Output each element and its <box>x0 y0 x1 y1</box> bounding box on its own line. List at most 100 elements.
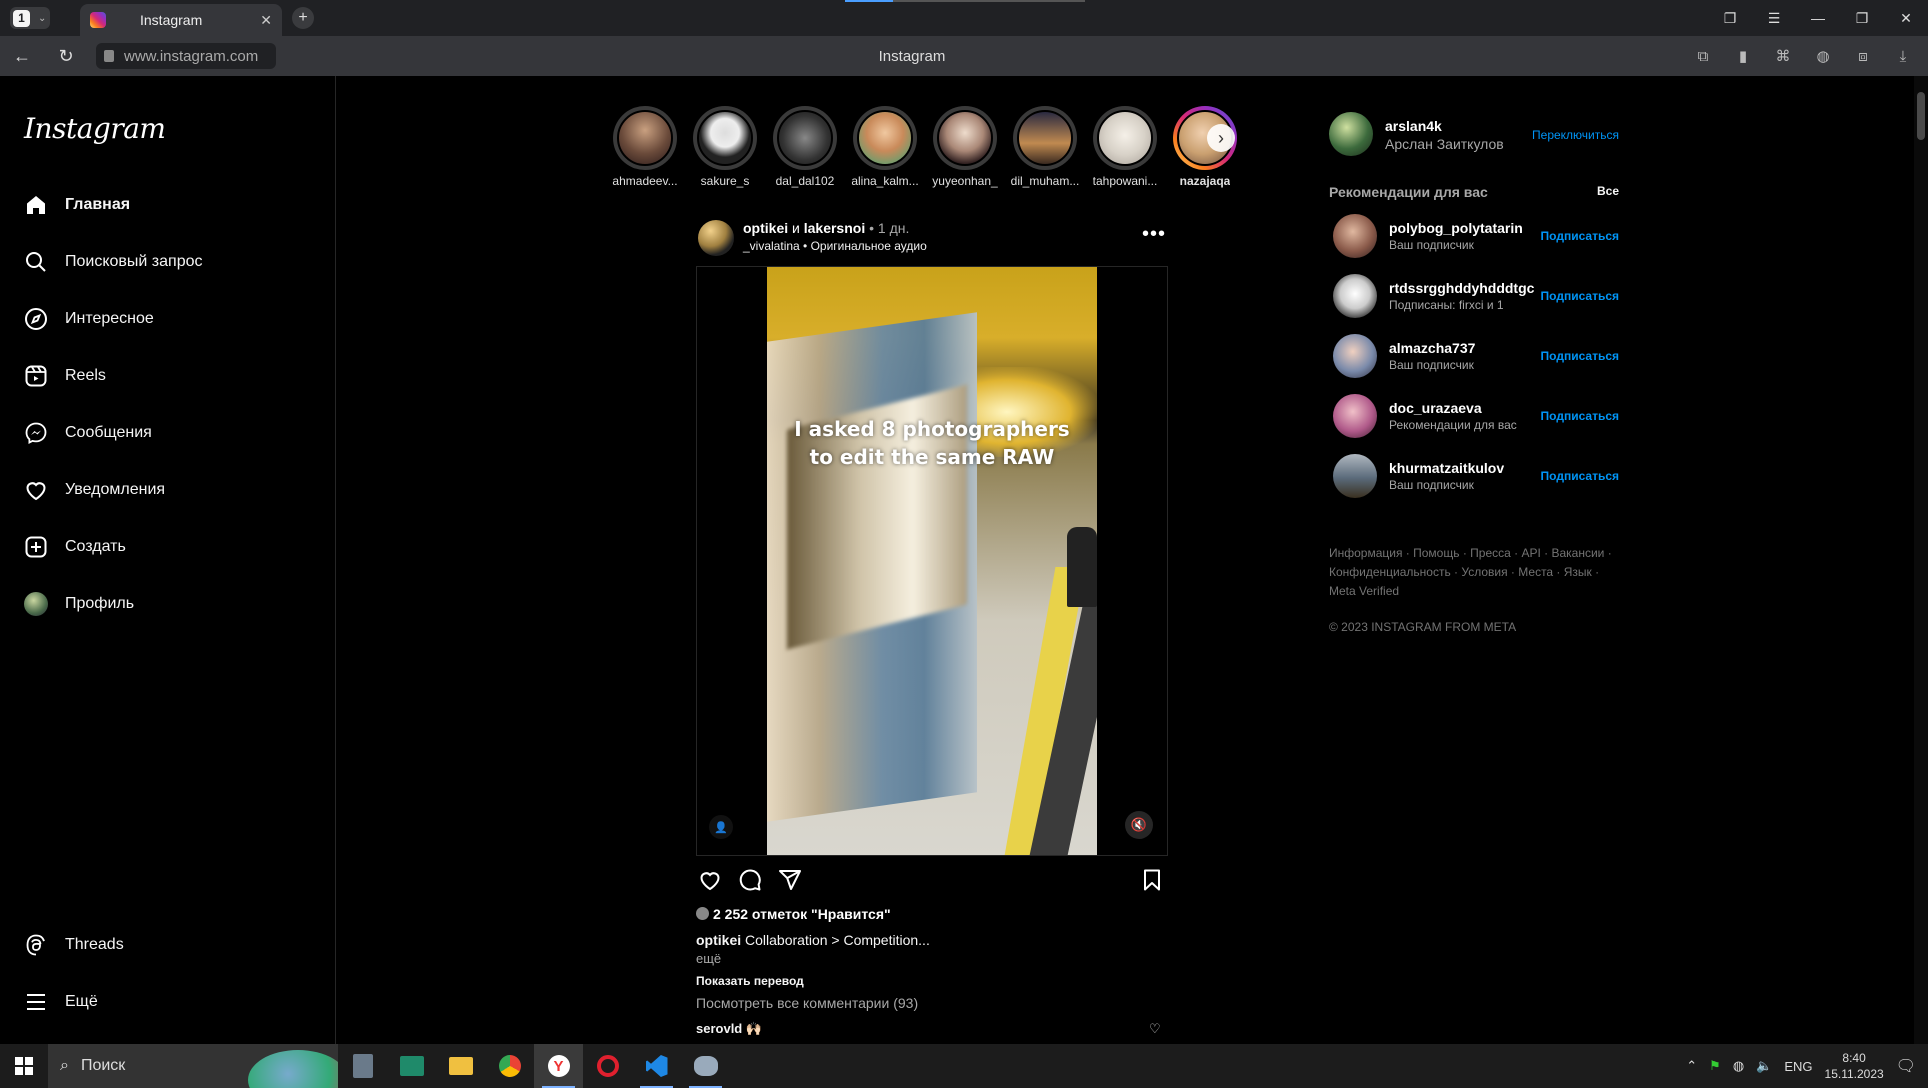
file-explorer-app[interactable] <box>436 1044 485 1088</box>
suggestion-username[interactable]: khurmatzaitkulov <box>1389 460 1504 476</box>
scrollbar-thumb[interactable] <box>1917 92 1925 140</box>
suggestion-avatar[interactable] <box>1333 394 1377 438</box>
suggestion-username[interactable]: rtdssrgghddyhdddtgc <box>1389 280 1534 296</box>
story-item[interactable]: alina_kalm... <box>851 106 919 188</box>
caption-user[interactable]: optikei <box>696 932 741 948</box>
post-author-link[interactable]: optikei <box>743 220 788 236</box>
flag-icon[interactable]: ⚑ <box>1709 1058 1721 1074</box>
extensions-icon[interactable]: ⧈ <box>1852 48 1874 65</box>
suggestion-username[interactable]: polybog_polytatarin <box>1389 220 1523 236</box>
follow-button[interactable]: Подписаться <box>1541 469 1619 483</box>
nav-threads[interactable]: Threads <box>24 933 124 957</box>
story-item[interactable]: sakure_s <box>692 106 758 188</box>
bookmark-icon[interactable]: ▮ <box>1732 47 1754 65</box>
likes-count[interactable]: 2 252 отметок "Нравится" <box>696 906 891 922</box>
like-button[interactable] <box>696 868 724 896</box>
globe-icon[interactable]: ◍ <box>1812 47 1834 65</box>
suggestion-avatar[interactable] <box>1333 274 1377 318</box>
screenshot-icon[interactable]: ⧉ <box>1692 48 1714 65</box>
suggestion-avatar[interactable] <box>1333 334 1377 378</box>
view-all-comments-link[interactable]: Посмотреть все комментарии (93) <box>696 995 918 1011</box>
share-button[interactable] <box>776 868 804 896</box>
clock[interactable]: 8:40 15.11.2023 <box>1825 1050 1884 1082</box>
suggestion-username[interactable]: doc_urazaeva <box>1389 400 1482 416</box>
story-item[interactable]: ahmadeev... <box>612 106 678 188</box>
chevron-up-icon[interactable]: ⌃ <box>1686 1058 1697 1074</box>
translate-icon[interactable]: ⌘ <box>1772 47 1794 65</box>
vscode-app[interactable] <box>632 1044 681 1088</box>
tab-instagram[interactable]: Instagram ✕ <box>80 4 282 36</box>
show-translation-link[interactable]: Показать перевод <box>696 974 804 988</box>
new-tab-button[interactable]: + <box>292 7 314 29</box>
comment-button[interactable] <box>736 868 764 896</box>
instagram-logo[interactable]: Instagram <box>24 112 166 145</box>
post-author-avatar[interactable] <box>698 220 734 256</box>
yandex-browser-app[interactable]: Y <box>534 1044 583 1088</box>
language-indicator[interactable]: ENG <box>1784 1059 1812 1074</box>
network-icon[interactable]: ◍ <box>1733 1058 1744 1074</box>
story-item[interactable]: dil_muham... <box>1010 106 1080 188</box>
story-item[interactable]: yuyeonhan_ <box>932 106 998 188</box>
taskbar-search[interactable]: ⌕ Поиск <box>48 1044 338 1088</box>
bookmarks-icon[interactable]: ❐ <box>1708 10 1752 27</box>
tab-count-button[interactable]: 1 ⌄ <box>10 7 50 29</box>
start-button[interactable] <box>0 1044 48 1088</box>
minimize-icon[interactable]: — <box>1796 10 1840 26</box>
current-username[interactable]: arslan4k <box>1385 118 1442 134</box>
page-scrollbar[interactable] <box>1914 76 1928 1044</box>
mute-button[interactable]: 🔇 <box>1125 811 1153 839</box>
nav-messages[interactable]: Сообщения <box>24 421 152 445</box>
suggestion-avatar[interactable] <box>1333 214 1377 258</box>
nav-explore[interactable]: Интересное <box>24 307 154 331</box>
follow-button[interactable]: Подписаться <box>1541 229 1619 243</box>
terminal-app[interactable] <box>387 1044 436 1088</box>
nav-notifications[interactable]: Уведомления <box>24 478 165 502</box>
comment-like-icon[interactable]: ♡ <box>1149 1021 1161 1037</box>
post-media[interactable]: I asked 8 photographers to edit the same … <box>696 266 1168 856</box>
send-icon <box>778 868 802 897</box>
restore-icon[interactable]: ❐ <box>1840 10 1884 27</box>
nav-more[interactable]: Ещё <box>24 990 98 1014</box>
calculator-app[interactable] <box>338 1044 387 1088</box>
story-username: ahmadeev... <box>612 174 678 188</box>
nav-profile[interactable]: Профиль <box>24 592 134 616</box>
nav-reels[interactable]: Reels <box>24 364 106 388</box>
story-username: dil_muham... <box>1010 174 1080 188</box>
hamburger-menu-icon[interactable]: ☰ <box>1752 10 1796 27</box>
reload-icon[interactable]: ↻ <box>44 46 88 67</box>
post-coauthor-link[interactable]: lakersnoi <box>804 220 865 236</box>
nav-create[interactable]: Создать <box>24 535 126 559</box>
chrome-app[interactable] <box>485 1044 534 1088</box>
follow-button[interactable]: Подписаться <box>1541 349 1619 363</box>
close-window-icon[interactable]: ✕ <box>1884 10 1928 27</box>
see-all-link[interactable]: Все <box>1597 184 1619 198</box>
caption-more-link[interactable]: ещё <box>696 951 721 966</box>
suggestion-avatar[interactable] <box>1333 454 1377 498</box>
nav-search[interactable]: Поисковый запрос <box>24 250 203 274</box>
story-item[interactable]: dal_dal102 <box>772 106 838 188</box>
current-user-avatar[interactable] <box>1329 112 1373 156</box>
reel-video[interactable]: I asked 8 photographers to edit the same … <box>767 267 1097 855</box>
lock-icon <box>104 50 114 62</box>
more-options-icon[interactable]: ••• <box>1142 223 1166 246</box>
tagged-users-button[interactable]: 👤 <box>709 815 733 839</box>
back-icon[interactable]: ← <box>0 46 44 67</box>
follow-button[interactable]: Подписаться <box>1541 289 1619 303</box>
volume-muted-icon[interactable]: 🔈 <box>1756 1058 1772 1074</box>
opera-app[interactable] <box>583 1044 632 1088</box>
post-audio-link[interactable]: _vivalatina • Оригинальное аудио <box>743 239 927 253</box>
save-button[interactable] <box>1138 868 1166 896</box>
switch-account-link[interactable]: Переключиться <box>1532 128 1619 142</box>
comment-user[interactable]: serovld <box>696 1021 742 1036</box>
story-item[interactable]: tahpowani... <box>1092 106 1158 188</box>
url-field[interactable]: www.instagram.com <box>96 43 276 69</box>
notifications-icon[interactable]: 🗨 <box>1896 1056 1916 1076</box>
stories-next-button[interactable]: › <box>1207 124 1235 152</box>
suggestion-username[interactable]: almazcha737 <box>1389 340 1475 356</box>
download-icon[interactable]: ⤓ <box>1892 48 1914 65</box>
footer-links[interactable]: Информация · Помощь · Пресса · API · Вак… <box>1329 544 1619 601</box>
paint-app[interactable] <box>681 1044 730 1088</box>
close-tab-icon[interactable]: ✕ <box>260 12 272 29</box>
nav-home[interactable]: Главная <box>24 193 130 217</box>
follow-button[interactable]: Подписаться <box>1541 409 1619 423</box>
